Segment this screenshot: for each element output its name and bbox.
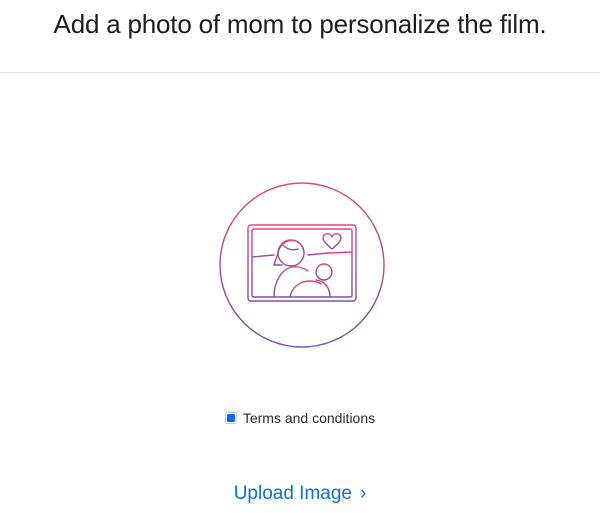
photo-upload-illustration[interactable] — [218, 181, 386, 349]
photo-frame — [247, 224, 357, 302]
upload-image-link[interactable]: Upload Image › — [0, 483, 600, 505]
upload-image-label: Upload Image — [233, 483, 352, 504]
chevron-right-icon: › — [359, 482, 367, 504]
header: Add a photo of mom to personalize the fi… — [0, 0, 600, 73]
page-title: Add a photo of mom to personalize the fi… — [53, 9, 547, 39]
child-head — [315, 263, 333, 281]
terms-label[interactable]: Terms and conditions — [243, 410, 375, 426]
mom-arm — [289, 280, 322, 298]
photo-mom-child-heart-icon — [219, 182, 385, 348]
circle-frame — [219, 182, 385, 348]
mom-hair — [277, 239, 305, 254]
page: Add a photo of mom to personalize the fi… — [0, 0, 600, 513]
heart-icon — [322, 233, 342, 250]
mom-fringe — [281, 243, 299, 251]
photo-inner-frame — [251, 228, 353, 298]
horizon-line — [251, 251, 353, 258]
terms-checkbox[interactable] — [224, 412, 237, 424]
checkbox-check-icon — [226, 414, 235, 422]
mom-hair-side — [273, 252, 283, 266]
terms-row: Terms and conditions — [0, 410, 600, 426]
